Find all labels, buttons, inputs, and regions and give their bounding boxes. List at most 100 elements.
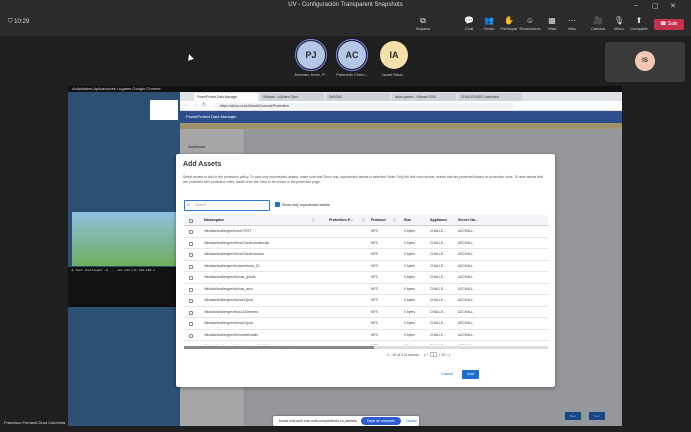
dialog-description: Select assets to add to the protection p… (183, 175, 543, 184)
table-row[interactable]: /ifs/data/challenger/nfs/uvCloud/cloudos… (184, 249, 548, 261)
filter-icon[interactable]: ▽ (312, 215, 315, 226)
filter-icon[interactable]: ▽ (362, 215, 365, 226)
row-checkbox[interactable] (189, 264, 193, 269)
column-header[interactable]: Server Na... (458, 215, 478, 226)
address-bar: ← → ↻ https://dvhz.uv.es/#/auth/ConsoleP… (180, 101, 622, 111)
app-header: PowerProtect Data Manager (180, 111, 622, 123)
search-icon: ⌕ (187, 202, 190, 208)
title-bar: UV - Configuración Transparent Snapshots… (0, 0, 691, 14)
table-row[interactable]: /ifs/data/challenger/nfs/rac12pub NFS 0 by… (184, 295, 548, 307)
share-icon: ⬆ (635, 16, 643, 25)
namespace-cell: /ifs/data/challenger/nfs/uvCloud/cloudos (204, 252, 264, 256)
row-checkbox[interactable] (189, 253, 193, 257)
stop-sharing-button[interactable]: Dejar de compartir (361, 417, 401, 425)
column-header[interactable]: Namespace (204, 215, 224, 226)
row-checkbox[interactable] (189, 322, 193, 326)
namespace-cell: /ifs/data/challenger/nfs/uvCloud/cloudlo… (204, 240, 270, 245)
reload-icon[interactable]: ↻ (202, 102, 206, 108)
share-button[interactable]: ⬆ Compartir (628, 16, 650, 31)
table-row[interactable]: /ifs/data/challenger/oficina/serv-sas/1/… (184, 341, 548, 345)
window-title: UV - Configuración Transparent Snapshots (288, 2, 403, 8)
leave-button[interactable]: ☎ Salir (654, 19, 684, 30)
table-row[interactable]: /ifs/data/challenger/nfs/nomefinaldm NFS 0… (184, 330, 548, 341)
row-checkbox[interactable] (189, 287, 193, 292)
protocol-cell: NFS (371, 275, 378, 279)
reactions-button[interactable]: ☺ Reacciones (519, 16, 541, 31)
mic-button[interactable]: 🎙 Micro (608, 16, 630, 31)
filter-icon[interactable]: ▽ (393, 215, 396, 226)
table-row[interactable]: /ifs/data/challenger/nfs/c1134enmes NFS 0 … (184, 307, 548, 318)
server-cell: AZCHALL (458, 298, 474, 302)
raise-hand-button[interactable]: ✋ Participar (498, 16, 520, 31)
browser-tab[interactable]: PowerProtect Data Manager (194, 93, 258, 101)
participant-avatar[interactable]: AC (338, 41, 366, 69)
first-page-icon[interactable]: |‹ (424, 353, 426, 357)
pop-out-button[interactable]: ⧉ Separar (412, 16, 434, 31)
browser-tab[interactable]: VMware - vSphere Clien... (260, 93, 324, 101)
row-checkbox[interactable] (189, 276, 193, 280)
column-header[interactable]: Appliance (430, 215, 447, 226)
more-button[interactable]: ⋯ Más (561, 16, 583, 31)
table-row[interactable]: /ifs/data/challenger/home/TEST NFS 0 bytes… (184, 226, 548, 238)
self-view-tile[interactable]: IS (605, 42, 685, 82)
server-cell: AZCHALL (458, 229, 474, 233)
back-icon[interactable]: ← (184, 102, 189, 108)
phone-icon: ☎ (660, 21, 668, 27)
column-header[interactable]: Protection P... (329, 215, 353, 226)
browser-tab[interactable]: Isilon system - VMware ESXi (392, 93, 456, 101)
prev-page-icon[interactable]: ‹ (427, 353, 428, 357)
url-field[interactable]: https://dvhz.uv.es/#/auth/ConsoleProtect… (214, 103, 514, 109)
protocol-cell: NFS (371, 309, 378, 314)
appliance-cell: CHALLE... (430, 252, 447, 256)
row-checkbox[interactable] (189, 333, 193, 338)
row-checkbox[interactable] (189, 241, 193, 246)
ellipsis-icon: ⋯ (568, 16, 576, 25)
appliance-cell: CHALLE... (430, 321, 447, 325)
row-checkbox[interactable] (189, 310, 193, 315)
table-row[interactable]: /ifs/data/challenger/nfs/uvCloud/cloudlo… (184, 238, 548, 249)
table-header: Namespace ▽ Protection P... ▽ Protocol ▽… (184, 215, 548, 226)
smiley-icon: ☺ (525, 16, 535, 25)
add-button[interactable]: Add (462, 370, 479, 379)
server-cell: AZCHALL (458, 332, 474, 337)
last-page-icon[interactable]: ›| (448, 353, 450, 357)
select-all-checkbox[interactable] (189, 218, 193, 223)
minimize-icon[interactable]: – (634, 2, 638, 9)
size-cell: 0 bytes (404, 229, 415, 233)
participant-avatar[interactable]: PJ (297, 41, 325, 69)
page-input[interactable]: 1 (430, 352, 438, 357)
chat-button[interactable]: 💬 Chat (458, 16, 480, 31)
row-checkbox[interactable] (189, 230, 193, 234)
column-header[interactable]: Protocol (371, 215, 386, 226)
search-input[interactable]: ⌕ Search (184, 200, 270, 211)
column-header[interactable]: Size (404, 215, 411, 226)
table-row[interactable]: /ifs/data/challenger/nfs/semeteria_20 NFS… (184, 261, 548, 272)
total-pages: 22 (441, 353, 446, 357)
meeting-toolbar: ⛉ 10:29 ⧉ Separar 💬 Chat 👥 Gente ✋ Participa… (0, 14, 691, 36)
maximize-icon[interactable]: ▢ (652, 2, 659, 10)
view-button[interactable]: ▦ Vista (541, 16, 563, 31)
people-button[interactable]: 👥 Gente (478, 16, 500, 31)
participant-avatar[interactable]: IA (380, 41, 408, 69)
camera-button[interactable]: 🎥 Cámara (587, 16, 609, 31)
namespace-cell: /ifs/data/challenger/home/TEST (204, 229, 252, 233)
protocol-cell: NFS (371, 341, 401, 345)
close-icon[interactable]: ✕ (670, 2, 676, 10)
protocol-cell: NFS (371, 229, 378, 233)
browser-tab[interactable]: CHALLENGER Dashboard (458, 93, 522, 101)
hide-link[interactable]: Ocultar (406, 416, 417, 426)
horizontal-scrollbar[interactable] (184, 346, 548, 349)
scrollbar-thumb[interactable] (184, 346, 374, 349)
cancel-button[interactable]: Cancel (438, 370, 456, 379)
row-checkbox[interactable] (189, 299, 193, 303)
table-row[interactable]: /ifs/data/challenger/nfs/nas_arch NFS 0 by… (184, 284, 548, 295)
forward-icon[interactable]: → (193, 102, 198, 108)
browser-tab[interactable]: Dell EMC (326, 93, 390, 101)
share-notice-text: teams.microsoft.com está compartiendo su… (279, 419, 358, 423)
show-unprotected-checkbox[interactable]: Show only unprotected assets (275, 202, 330, 207)
table-row[interactable]: /ifs/data/challenger/nfs/nas_goods NFS 0 b… (184, 272, 548, 284)
table-row[interactable]: /ifs/data/challenger/nfs/rac12pub NFS 0 by… (184, 318, 548, 330)
browser-tab-bar: PowerProtect Data Manager VMware - vSphe… (180, 92, 622, 101)
server-cell: AZCHALL (458, 321, 474, 325)
appliance-cell: CHALLE... (430, 341, 456, 345)
